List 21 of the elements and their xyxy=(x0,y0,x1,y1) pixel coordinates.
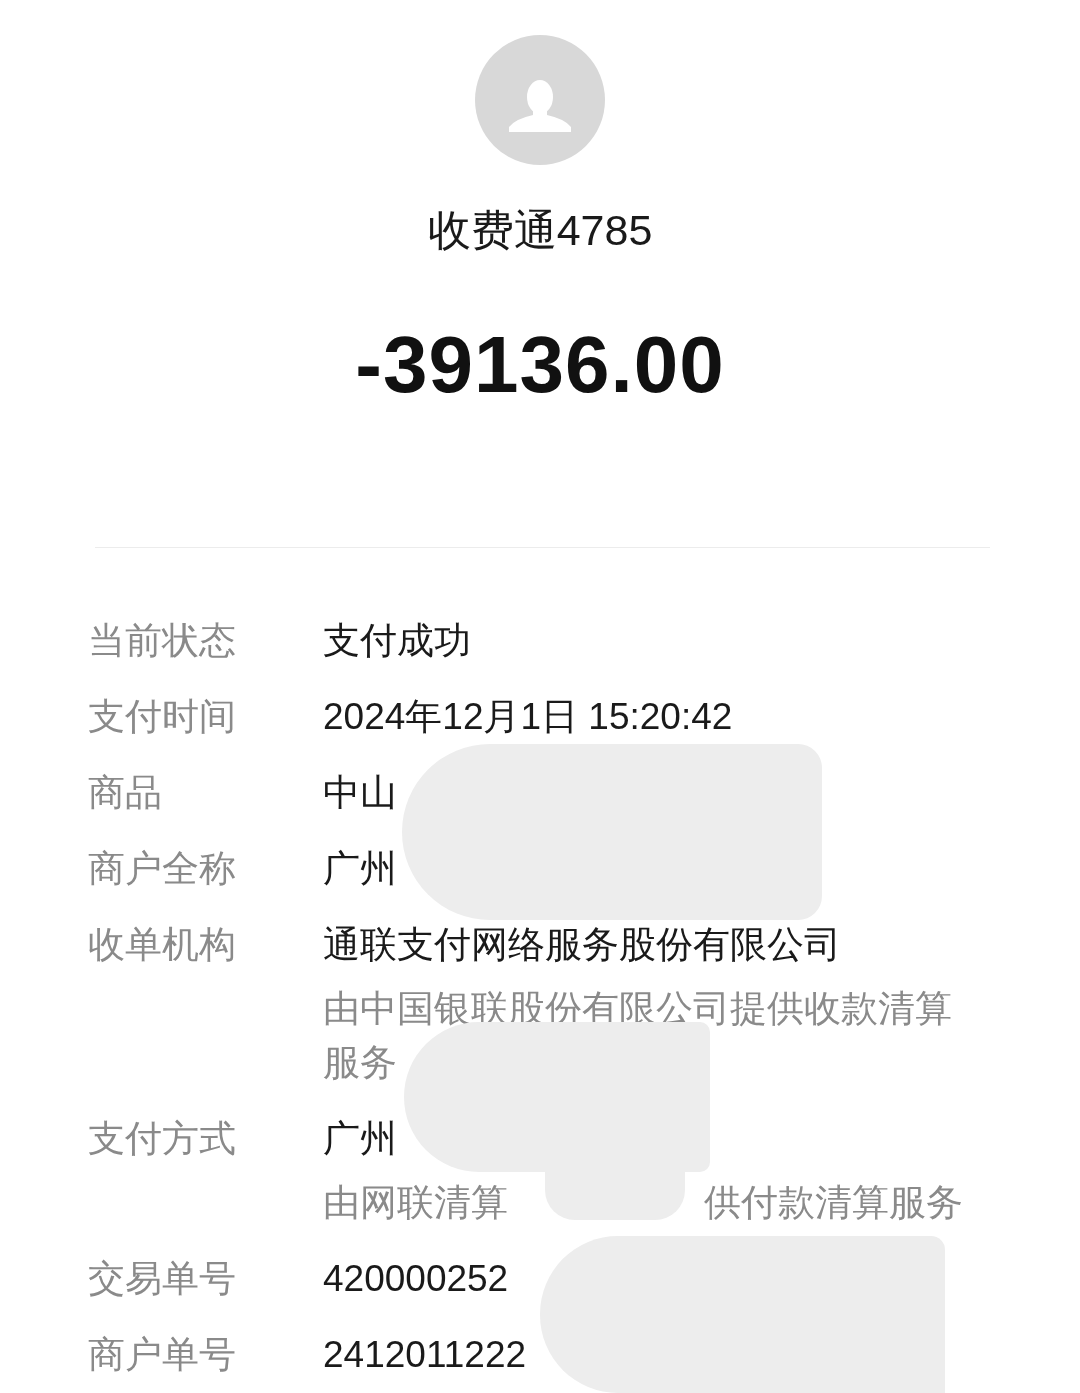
field-value: 2024年12月1日 15:20:42 xyxy=(323,695,733,739)
field-value: 广州 xyxy=(323,1117,397,1161)
payee-name: 收费通4785 xyxy=(427,205,653,256)
field-label: 支付时间 xyxy=(88,695,237,739)
field-label: 交易单号 xyxy=(88,1257,237,1301)
field-label: 收单机构 xyxy=(88,923,237,967)
field-value: 2412011222 xyxy=(323,1333,527,1377)
note-text: 供付款清算服务 xyxy=(704,1181,963,1225)
field-value: 420000252 xyxy=(323,1257,509,1301)
note-text: 由网联清算 xyxy=(323,1181,508,1225)
field-value: 支付成功 xyxy=(323,619,471,663)
field-value: 中山 xyxy=(323,771,397,815)
field-value: 通联支付网络服务股份有限公司 xyxy=(323,923,841,967)
field-label: 商品 xyxy=(88,771,163,815)
amount-text: -39136.00 xyxy=(355,320,725,410)
field-label: 支付方式 xyxy=(88,1117,237,1161)
field-label: 当前状态 xyxy=(88,619,237,663)
field-label: 商户单号 xyxy=(88,1333,237,1377)
field-value: 广州 xyxy=(323,847,397,891)
field-label: 商户全称 xyxy=(88,847,237,891)
avatar-icon xyxy=(475,35,605,165)
